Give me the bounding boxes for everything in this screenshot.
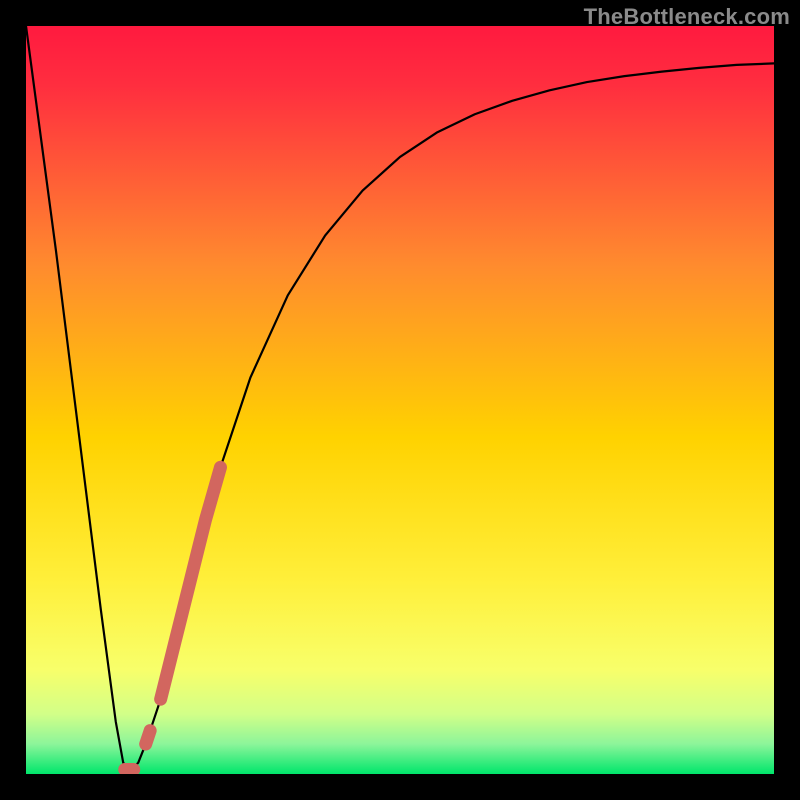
chart-frame: TheBottleneck.com <box>0 0 800 800</box>
watermark-text: TheBottleneck.com <box>584 4 790 30</box>
chart-plot <box>26 26 774 774</box>
series-highlight-dot-lower <box>146 731 150 744</box>
gradient-background <box>26 26 774 774</box>
